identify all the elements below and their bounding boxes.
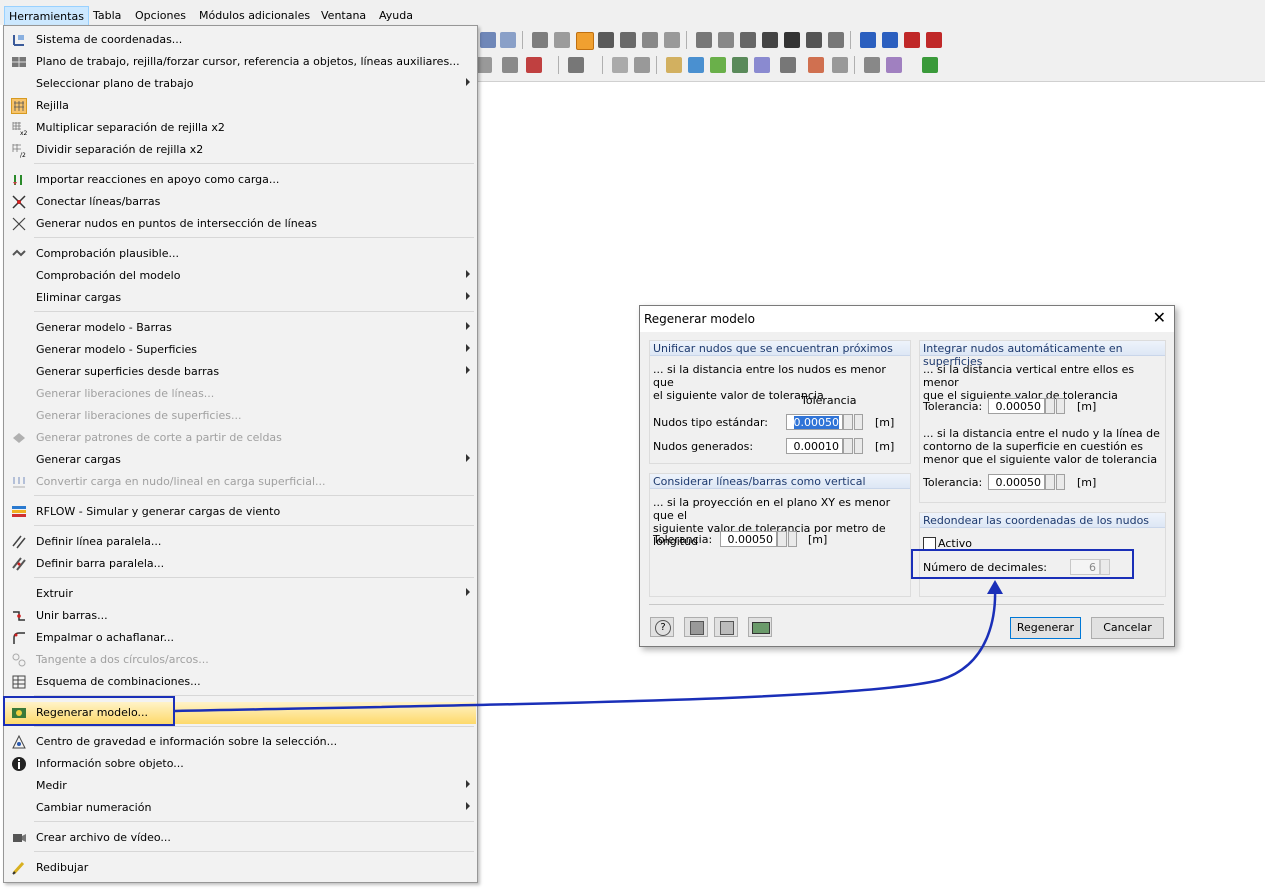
connector-arrow — [174, 580, 1003, 713]
